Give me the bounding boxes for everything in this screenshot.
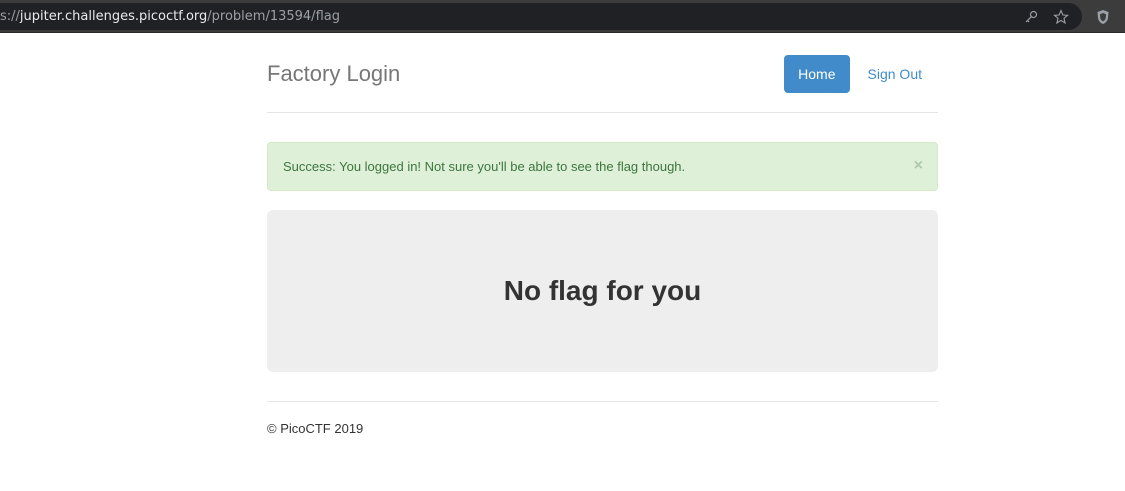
url-field[interactable]: s://jupiter.challenges.picoctf.org/probl… xyxy=(0,3,1082,30)
extension-shield-icon[interactable] xyxy=(1093,7,1113,27)
url-path: /problem/13594/flag xyxy=(207,9,340,24)
url-scheme: s:// xyxy=(0,9,20,24)
key-icon[interactable] xyxy=(1020,3,1042,30)
jumbotron-heading: No flag for you xyxy=(503,275,702,306)
brand-title: Factory Login xyxy=(267,61,401,86)
browser-address-bar: s://jupiter.challenges.picoctf.org/probl… xyxy=(0,0,1125,33)
jumbotron: No flag for you xyxy=(267,210,938,372)
footer-copyright: © PicoCTF 2019 xyxy=(267,421,364,436)
page-footer: © PicoCTF 2019 xyxy=(267,401,938,436)
nav-sign-out-link[interactable]: Sign Out xyxy=(850,55,938,93)
alert-message: Success: You logged in! Not sure you'll … xyxy=(283,159,686,174)
nav-pills: Home Sign Out xyxy=(784,55,938,93)
nav-home-link[interactable]: Home xyxy=(784,55,850,93)
page-header: Factory Login Home Sign Out xyxy=(267,33,938,113)
url-host: jupiter.challenges.picoctf.org xyxy=(19,9,208,24)
page-container: Factory Login Home Sign Out Success: You… xyxy=(267,33,938,436)
alert-close-button[interactable]: × xyxy=(914,143,923,188)
success-alert: Success: You logged in! Not sure you'll … xyxy=(267,142,938,191)
bookmark-star-icon[interactable] xyxy=(1050,3,1072,30)
